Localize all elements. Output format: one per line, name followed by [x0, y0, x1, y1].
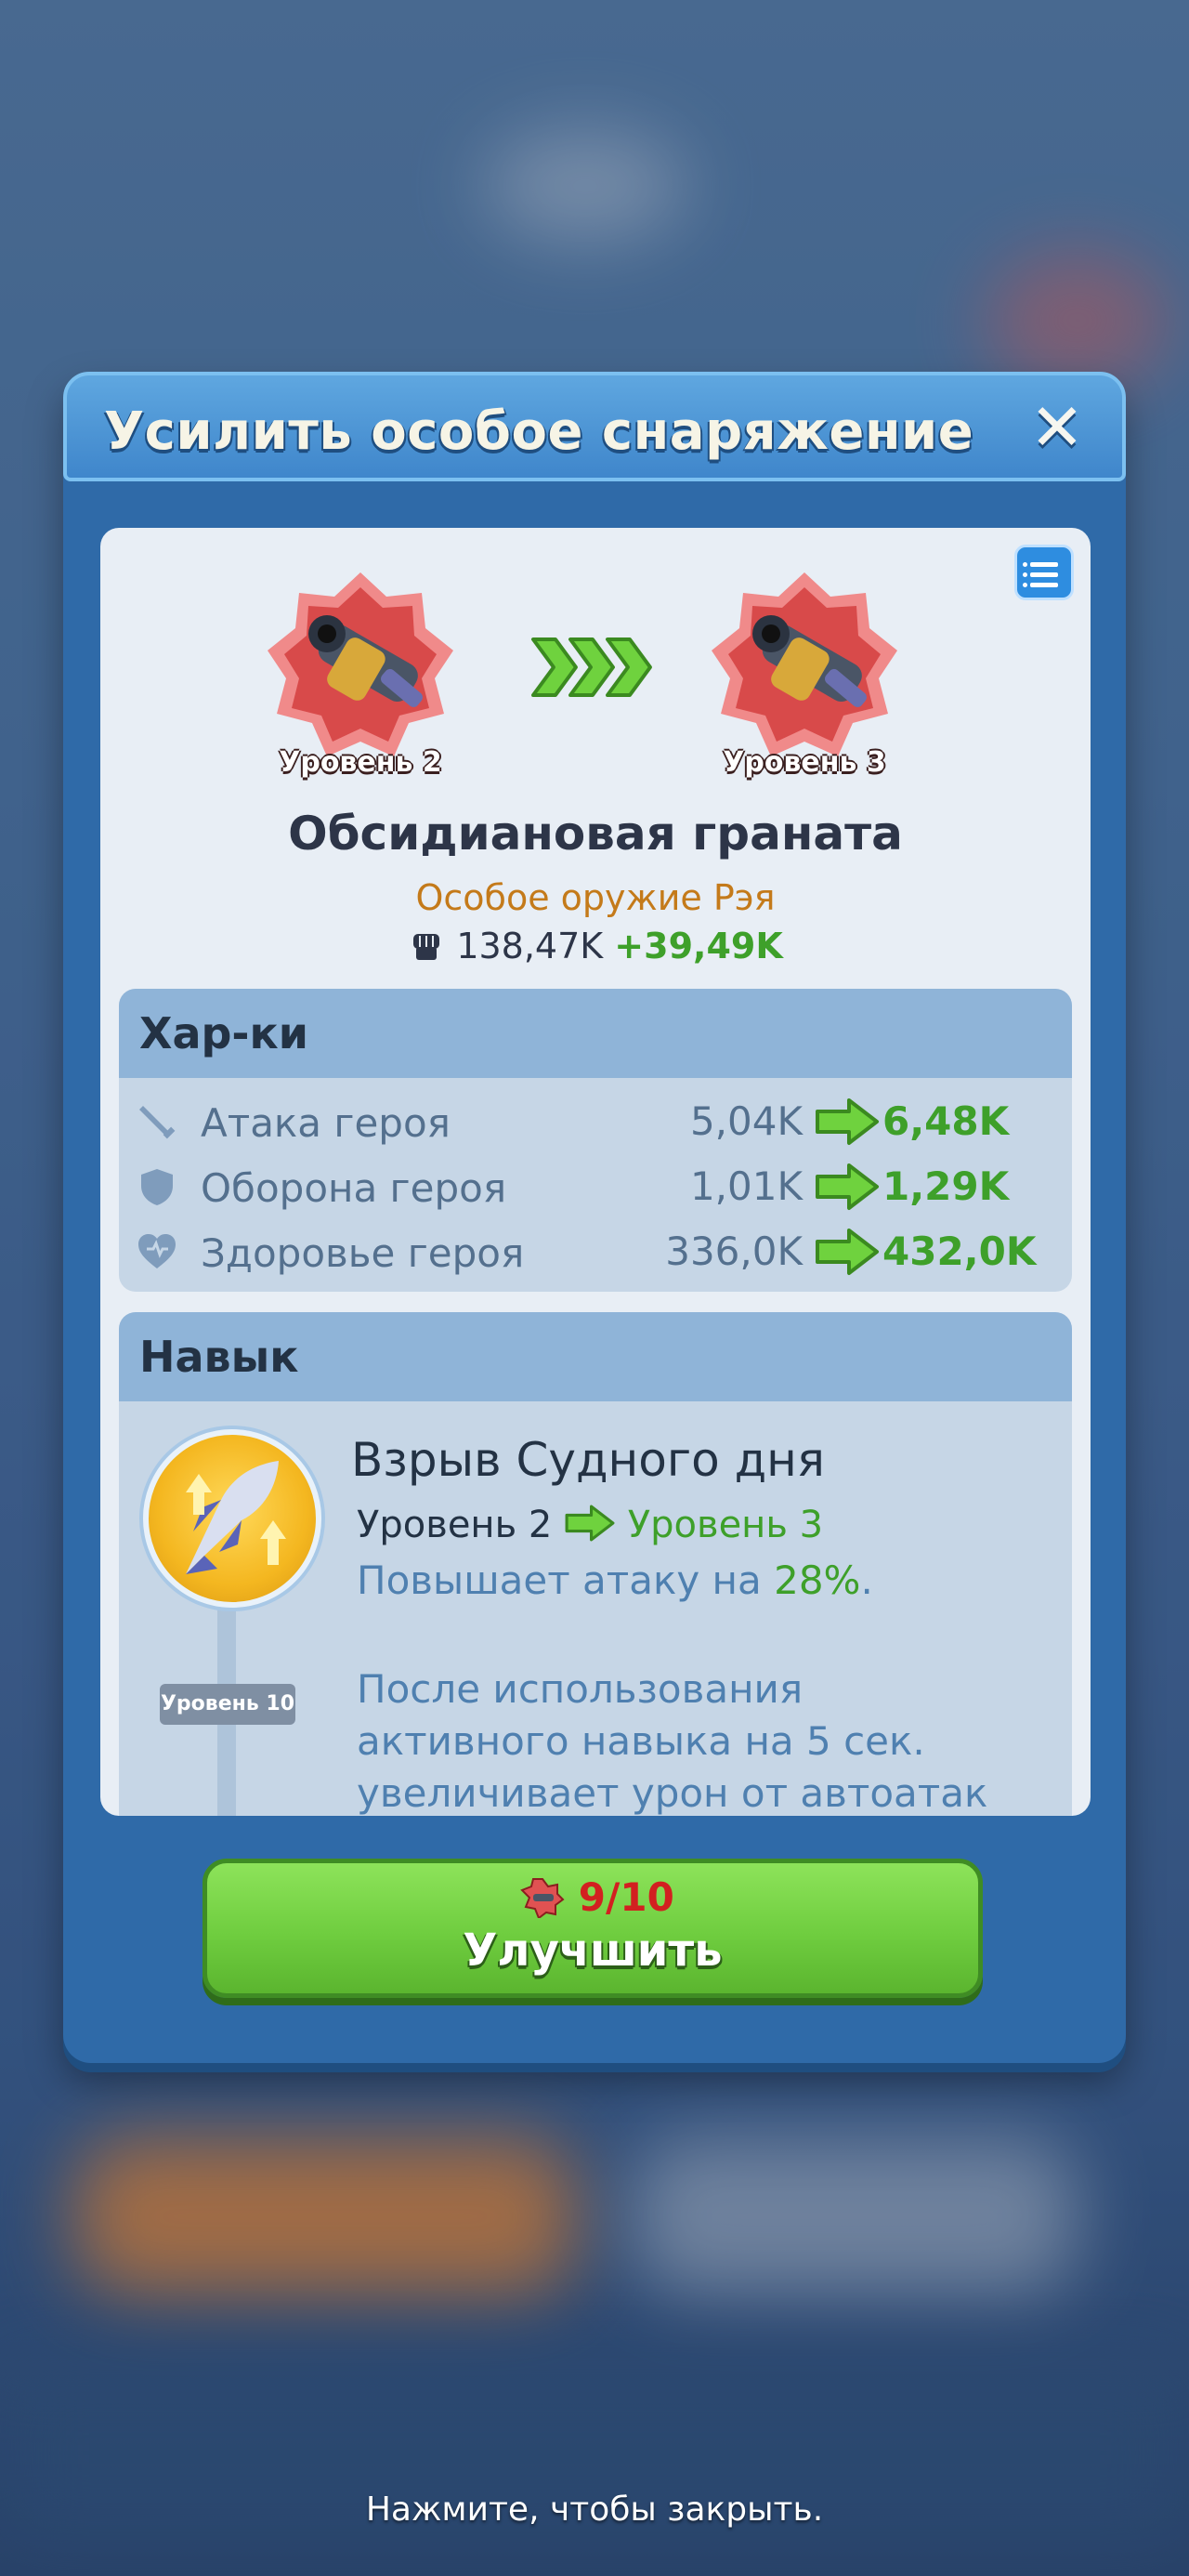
tap-to-close-hint[interactable]: Нажмите, чтобы закрыть.	[0, 2491, 1189, 2529]
skill-header: Навык	[119, 1312, 1072, 1401]
upgrade-gear-dialog: Усилить особое снаряжение ✕ Уровень 2 Ур…	[63, 372, 1126, 2063]
skill-level-to: Уровень 3	[627, 1504, 824, 1546]
upgrade-cost: 9/10	[207, 1874, 987, 1920]
gear-shard-icon	[520, 1878, 565, 1920]
stat-old-value: 1,01K	[689, 1163, 803, 1209]
stat-old-value: 5,04K	[689, 1098, 803, 1144]
fist-icon	[413, 934, 440, 960]
item-type: Особое оружие Рэя	[415, 877, 776, 918]
arrow-right-icon	[816, 1229, 879, 1275]
grenade-launcher-icon	[712, 572, 897, 756]
chevrons-right-icon	[531, 637, 652, 697]
dialog-header: Усилить особое снаряжение ✕	[63, 372, 1126, 481]
arrow-right-icon	[816, 1098, 879, 1145]
dialog-title: Усилить особое снаряжение	[104, 401, 974, 462]
sword-icon	[139, 1106, 176, 1139]
skill-section[interactable]: Навык Уровень 10 Взрыв Судного дня Урове…	[119, 1312, 1072, 1816]
skill-name: Взрыв Судного дня	[351, 1433, 825, 1487]
list-icon[interactable]	[1014, 545, 1074, 600]
skill-long-description: После использования активного навыка на …	[357, 1666, 988, 1816]
stats-header: Хар-ки	[119, 989, 1072, 1078]
upgrade-cost-value: 9/10	[578, 1874, 674, 1920]
skill-level-from: Уровень 2	[357, 1504, 553, 1546]
power-value: 138,47K	[456, 926, 604, 966]
gear-panel: Уровень 2 Уровень 3 Обсидиановая граната…	[100, 528, 1091, 1816]
arrow-right-icon	[565, 1505, 615, 1542]
stat-label: Здоровье героя	[201, 1230, 525, 1276]
gear-level-label: Уровень 2	[279, 746, 442, 779]
stat-label: Атака героя	[201, 1100, 451, 1146]
upgrade-button[interactable]: 9/10 Улучшить	[203, 1859, 983, 1998]
grenade-launcher-icon	[268, 572, 453, 756]
stat-new-value: 6,48K	[882, 1098, 1010, 1144]
heart-icon	[138, 1234, 176, 1268]
skill-icon	[143, 1429, 321, 1608]
stat-row-health: Здоровье героя 336,0K 432,0K	[119, 1217, 1072, 1282]
stat-old-value: 336,0K	[665, 1229, 803, 1274]
arrow-right-icon	[816, 1163, 879, 1210]
power-row: 138,47K +39,49K	[100, 926, 1091, 966]
stat-label: Оборона героя	[201, 1165, 507, 1211]
stat-new-value: 432,0K	[882, 1229, 1037, 1274]
gear-current: Уровень 2	[258, 565, 463, 779]
skill-description: Повышает атаку на 28%.	[357, 1557, 873, 1603]
stats-section: Хар-ки Атака героя 5,04K 6,48K Оборона г	[119, 989, 1072, 1292]
upgrade-label: Улучшить	[463, 1925, 723, 1977]
power-gain: +39,49K	[614, 926, 783, 966]
stat-row-attack: Атака героя 5,04K 6,48K	[119, 1087, 1072, 1152]
gear-level-label: Уровень 3	[723, 746, 886, 779]
stat-new-value: 1,29K	[882, 1163, 1010, 1209]
shield-icon	[141, 1169, 173, 1205]
skill-levels: Уровень 2 Уровень 3	[357, 1504, 823, 1546]
rocket-icon	[186, 1461, 286, 1574]
skill-bonus-percent: 28%	[774, 1557, 861, 1603]
stat-row-defense: Оборона героя 1,01K 1,29K	[119, 1152, 1072, 1217]
gear-next: Уровень 3	[702, 565, 907, 779]
skill-unlock-tag: Уровень 10	[160, 1684, 295, 1725]
close-icon[interactable]: ✕	[1026, 395, 1089, 460]
item-name: Обсидиановая граната	[288, 807, 903, 861]
